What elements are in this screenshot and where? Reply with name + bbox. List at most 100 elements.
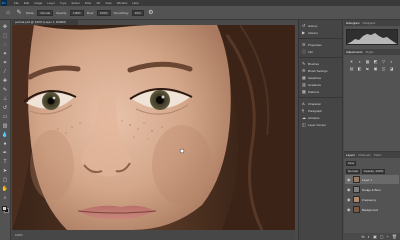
flow-field[interactable]: 100% bbox=[96, 9, 111, 16]
pen-tool-icon[interactable]: ✒ bbox=[1, 149, 9, 157]
adjustment-icon[interactable]: ☀ bbox=[348, 59, 355, 64]
lasso-tool-icon[interactable]: ◌ bbox=[1, 41, 9, 49]
strip-item-patterns[interactable]: ▩ Patterns bbox=[299, 88, 342, 95]
portrait-photo bbox=[12, 25, 295, 230]
crop-tool-icon[interactable]: ⌗ bbox=[1, 59, 9, 67]
adjustment-icon[interactable]: ◧ bbox=[356, 66, 363, 71]
menu-file[interactable]: File bbox=[14, 1, 19, 5]
eye-icon[interactable]: ◉ bbox=[347, 177, 351, 182]
menu-type[interactable]: Type bbox=[60, 1, 67, 5]
eye-icon[interactable]: ◉ bbox=[347, 207, 351, 212]
layer-blend-row: Normal Opacity: 100% bbox=[346, 168, 398, 174]
opacity-field[interactable]: 100% bbox=[70, 9, 84, 16]
quick-select-tool-icon[interactable]: ✦ bbox=[1, 50, 9, 58]
hand-tool-icon[interactable]: ✋ bbox=[1, 185, 9, 193]
layer-row[interactable]: ◉ Frequency bbox=[345, 195, 399, 204]
menu-layer[interactable]: Layer bbox=[47, 1, 55, 5]
menu-3d[interactable]: 3D bbox=[96, 1, 100, 5]
adjustment-icon[interactable]: ▣ bbox=[372, 66, 379, 71]
strip-item-history[interactable]: ↺ History bbox=[299, 22, 342, 29]
new-layer-icon[interactable]: + bbox=[387, 234, 389, 239]
layer-row[interactable]: ◉ Dodge & Burn bbox=[345, 185, 399, 194]
eraser-tool-icon[interactable]: ▭ bbox=[1, 113, 9, 121]
shape-tool-icon[interactable]: ▢ bbox=[1, 176, 9, 184]
adjustment-icon[interactable]: ☯ bbox=[364, 66, 371, 71]
clone-stamp-tool-icon[interactable]: ⊥ bbox=[1, 95, 9, 103]
eye-icon[interactable]: ◉ bbox=[347, 187, 351, 192]
adjustment-layer-icon[interactable]: ▣ bbox=[373, 234, 377, 239]
adjustment-icon[interactable]: ▽ bbox=[380, 59, 387, 64]
adjustment-icon[interactable]: ◫ bbox=[380, 66, 387, 71]
zoom-readout[interactable]: 100% bbox=[15, 233, 23, 237]
type-tool-icon[interactable]: T bbox=[1, 158, 9, 166]
marquee-tool-icon[interactable]: ⬚ bbox=[1, 32, 9, 40]
settings-icon[interactable]: ⚙ bbox=[147, 9, 155, 17]
layer-name[interactable]: Dodge & Burn bbox=[362, 188, 381, 192]
menu-help[interactable]: Help bbox=[132, 1, 138, 5]
layer-row[interactable]: ◉ Background bbox=[345, 205, 399, 214]
adjustment-icon[interactable]: ◩ bbox=[372, 59, 379, 64]
menu-window[interactable]: Window bbox=[117, 1, 128, 5]
adjustment-icon[interactable]: ◑ bbox=[356, 59, 363, 64]
document-canvas[interactable] bbox=[12, 25, 295, 230]
dodge-tool-icon[interactable]: ● bbox=[1, 140, 9, 148]
blur-tool-icon[interactable]: 💧 bbox=[1, 131, 9, 139]
eyedropper-tool-icon[interactable]: ⁄ bbox=[1, 68, 9, 76]
tab-channels[interactable]: Channels bbox=[358, 153, 371, 157]
foreground-color-swatch[interactable] bbox=[1, 206, 7, 211]
brush-tool-icon[interactable]: ✎ bbox=[15, 9, 23, 17]
home-icon[interactable]: ⌂ bbox=[4, 9, 12, 17]
layer-opacity-field[interactable]: Opacity: 100% bbox=[361, 168, 386, 174]
strip-item-gradients[interactable]: ▥ Gradients bbox=[299, 81, 342, 88]
right-panels: Histogram Navigator Adjustments Styles ☀… bbox=[344, 20, 400, 240]
gradient-tool-icon[interactable]: ▥ bbox=[1, 122, 9, 130]
strip-item-paragraph[interactable]: ¶ Paragraph bbox=[299, 107, 342, 114]
strip-item-brush-settings[interactable]: ⚙ Brush Settings bbox=[299, 67, 342, 74]
strip-item-swatches[interactable]: ▦ Swatches bbox=[299, 74, 342, 81]
layer-name[interactable]: Background bbox=[362, 208, 378, 212]
mode-select[interactable]: Normal bbox=[37, 9, 54, 16]
trash-icon[interactable]: 🗑 bbox=[392, 234, 397, 239]
strip-divider bbox=[299, 95, 342, 98]
strip-item-info[interactable]: ⓘ Info bbox=[299, 48, 342, 55]
menu-view[interactable]: View bbox=[105, 1, 111, 5]
healing-brush-tool-icon[interactable]: ✚ bbox=[1, 77, 9, 85]
menu-filter[interactable]: Filter bbox=[85, 1, 92, 5]
path-select-tool-icon[interactable]: ➤ bbox=[1, 167, 9, 175]
strip-item-properties[interactable]: ☰ Properties bbox=[299, 41, 342, 48]
mask-icon[interactable]: ◐ bbox=[368, 234, 370, 239]
menu-select[interactable]: Select bbox=[71, 1, 79, 5]
eye-icon[interactable]: ◉ bbox=[347, 197, 351, 202]
color-swatches[interactable] bbox=[1, 206, 9, 213]
brush-tool-icon[interactable]: ✎ bbox=[1, 86, 9, 94]
layer-row[interactable]: ◉ Layer 1 bbox=[345, 175, 399, 184]
adjustment-icon[interactable]: ◪ bbox=[388, 66, 395, 71]
adjustment-icon[interactable]: ◐ bbox=[388, 59, 395, 64]
patterns-icon: ▩ bbox=[302, 88, 306, 94]
menu-edit[interactable]: Edit bbox=[24, 1, 29, 5]
smoothing-field[interactable]: 10% bbox=[131, 9, 144, 16]
tab-histogram[interactable]: Histogram bbox=[346, 21, 360, 25]
strip-item-actions[interactable]: ▶ Actions bbox=[299, 29, 342, 36]
history-brush-tool-icon[interactable]: ↺ bbox=[1, 104, 9, 112]
layer-kind-filter[interactable]: Kind bbox=[346, 160, 357, 166]
menu-image[interactable]: Image bbox=[34, 1, 42, 5]
zoom-tool-icon[interactable]: ⌕ bbox=[1, 194, 9, 202]
adjustment-icon[interactable]: ▤ bbox=[348, 66, 355, 71]
strip-item-character[interactable]: A Character bbox=[299, 100, 342, 107]
strip-item-brushes[interactable]: ✎ Brushes bbox=[299, 60, 342, 67]
adjustment-icon[interactable]: ▦ bbox=[364, 59, 371, 64]
strip-item-libraries[interactable]: ☁ Libraries bbox=[299, 114, 342, 121]
fx-icon[interactable]: fx bbox=[361, 234, 364, 239]
tab-layers[interactable]: Layers bbox=[346, 153, 355, 157]
tab-styles[interactable]: Styles bbox=[366, 50, 374, 54]
group-icon[interactable]: ▢ bbox=[380, 234, 384, 239]
layer-name[interactable]: Layer 1 bbox=[362, 178, 372, 182]
tab-adjustments[interactable]: Adjustments bbox=[346, 50, 363, 54]
move-tool-icon[interactable]: ✥ bbox=[1, 23, 9, 31]
tab-paths[interactable]: Paths bbox=[374, 153, 382, 157]
strip-item-layer-comps[interactable]: ◫ Layer Comps bbox=[299, 121, 342, 128]
tab-navigator[interactable]: Navigator bbox=[363, 21, 376, 25]
blend-mode-select[interactable]: Normal bbox=[346, 168, 360, 174]
layer-name[interactable]: Frequency bbox=[362, 198, 376, 202]
